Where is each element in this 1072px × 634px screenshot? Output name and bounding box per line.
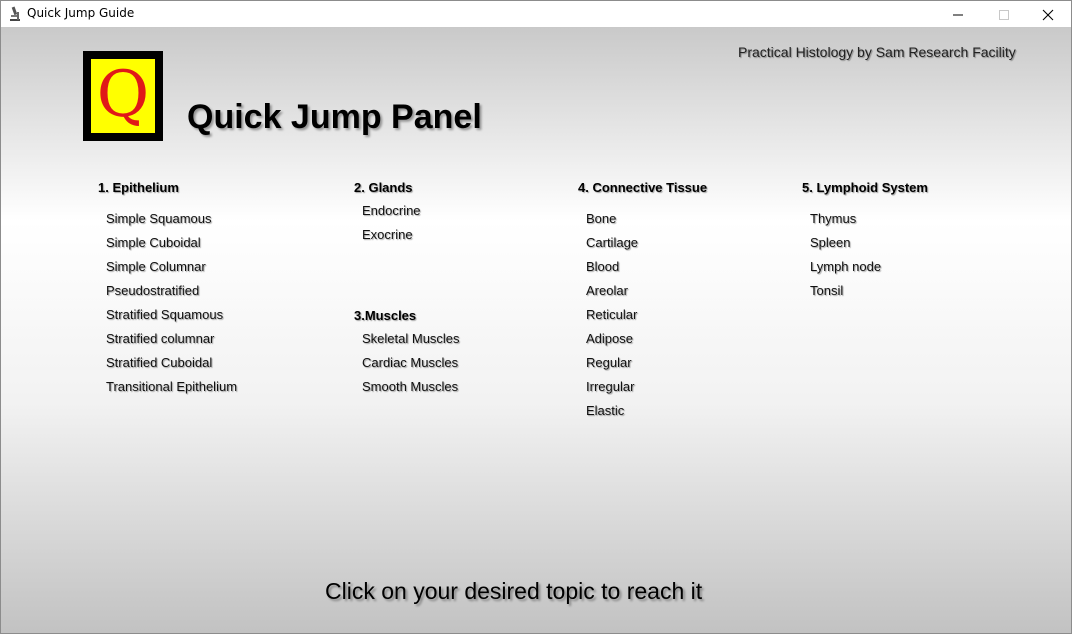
topic-spleen[interactable]: Spleen	[810, 235, 850, 250]
quick-jump-panel: Q Quick Jump Panel Practical Histology b…	[1, 27, 1071, 633]
topic-smooth-muscles[interactable]: Smooth Muscles	[362, 379, 458, 394]
topic-exocrine[interactable]: Exocrine	[362, 227, 413, 242]
minimize-icon	[953, 14, 963, 16]
logo-letter: Q	[96, 58, 150, 132]
topic-transitional-epithelium[interactable]: Transitional Epithelium	[106, 379, 237, 394]
logo: Q	[83, 51, 163, 141]
topic-areolar[interactable]: Areolar	[586, 283, 628, 298]
heading-glands: 2. Glands	[354, 180, 413, 195]
topic-simple-cuboidal[interactable]: Simple Cuboidal	[106, 235, 201, 250]
credit-text: Practical Histology by Sam Research Faci…	[738, 44, 1016, 60]
minimize-button[interactable]	[935, 1, 981, 27]
topic-elastic[interactable]: Elastic	[586, 403, 624, 418]
topic-stratified-cuboidal[interactable]: Stratified Cuboidal	[106, 355, 212, 370]
close-icon	[1042, 9, 1054, 21]
close-button[interactable]	[1025, 1, 1071, 27]
topic-adipose[interactable]: Adipose	[586, 331, 633, 346]
page-title: Quick Jump Panel	[187, 98, 482, 136]
maximize-icon	[999, 10, 1009, 20]
footer-hint: Click on your desired topic to reach it	[325, 578, 703, 604]
app-window: Quick Jump Guide Q Quick Jump Panel Prac…	[0, 0, 1072, 634]
topic-irregular[interactable]: Irregular	[586, 379, 634, 394]
topic-thymus[interactable]: Thymus	[810, 211, 856, 226]
topic-stratified-columnar[interactable]: Stratified columnar	[106, 331, 214, 346]
heading-epithelium: 1. Epithelium	[98, 180, 179, 195]
topic-endocrine[interactable]: Endocrine	[362, 203, 421, 218]
topic-tonsil[interactable]: Tonsil	[810, 283, 843, 298]
heading-lymphoid-system: 5. Lymphoid System	[802, 180, 928, 195]
topic-regular[interactable]: Regular	[586, 355, 632, 370]
topic-blood[interactable]: Blood	[586, 259, 619, 274]
topic-stratified-squamous[interactable]: Stratified Squamous	[106, 307, 223, 322]
topic-simple-squamous[interactable]: Simple Squamous	[106, 211, 212, 226]
topic-lymph-node[interactable]: Lymph node	[810, 259, 881, 274]
topic-cartilage[interactable]: Cartilage	[586, 235, 638, 250]
topic-reticular[interactable]: Reticular	[586, 307, 637, 322]
title-bar[interactable]: Quick Jump Guide	[1, 1, 1071, 27]
microscope-icon	[8, 6, 22, 22]
topic-pseudostratified[interactable]: Pseudostratified	[106, 283, 199, 298]
maximize-button[interactable]	[981, 1, 1027, 27]
topic-simple-columnar[interactable]: Simple Columnar	[106, 259, 206, 274]
heading-connective-tissue: 4. Connective Tissue	[578, 180, 708, 195]
heading-muscles: 3.Muscles	[354, 308, 417, 323]
topic-cardiac-muscles[interactable]: Cardiac Muscles	[362, 355, 458, 370]
topic-skeletal-muscles[interactable]: Skeletal Muscles	[362, 331, 460, 346]
window-title: Quick Jump Guide	[27, 6, 135, 20]
topic-bone[interactable]: Bone	[586, 211, 616, 226]
